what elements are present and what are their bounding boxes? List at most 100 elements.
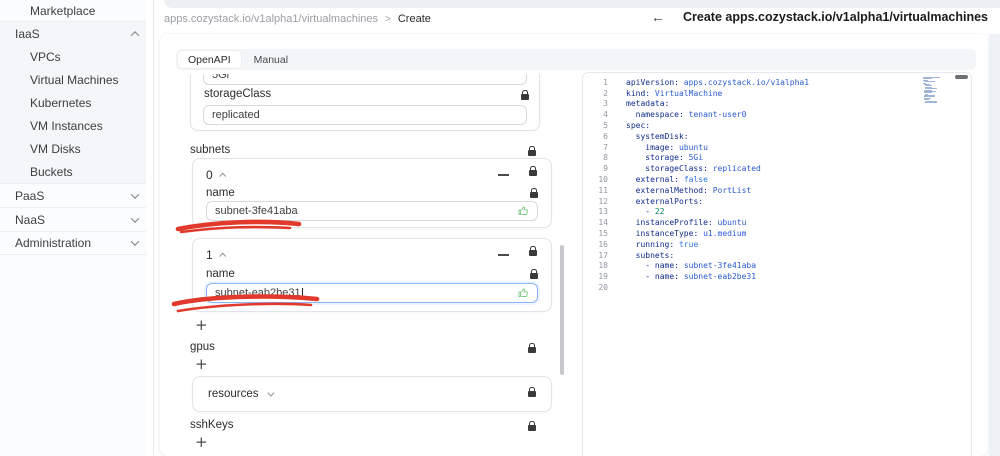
sidebar-item-label: Virtual Machines — [30, 72, 119, 87]
sshkeys-label: sshKeys — [190, 419, 234, 431]
line-content: image: ubuntu — [645, 142, 708, 152]
sidebar-item-administration[interactable]: Administration — [0, 231, 153, 255]
tab-manual[interactable]: Manual — [254, 54, 288, 66]
sidebar-item-label: Kubernetes — [30, 95, 92, 110]
openapi-form: 5Gi storageClass replicated subnets 0 na… — [178, 74, 560, 456]
thumbs-up-icon[interactable] — [517, 205, 529, 217]
resources-card[interactable]: resources — [192, 376, 552, 412]
breadcrumb: apps.cozystack.io/v1alpha1/virtualmachin… — [164, 13, 431, 25]
sidebar-item-buckets[interactable]: Buckets — [0, 160, 153, 183]
title-group: ← Create apps.cozystack.io/v1alpha1/virt… — [651, 10, 988, 24]
subnet-1-name-value: subnet-eab2be31 — [215, 287, 301, 299]
lock-icon[interactable] — [530, 188, 538, 198]
line-number: 16 — [598, 239, 608, 249]
page-margin — [989, 34, 1000, 456]
lock-icon[interactable] — [528, 342, 536, 353]
sidebar-item-paas[interactable]: PaaS — [0, 183, 153, 207]
collapse-chevron-icon[interactable] — [218, 252, 227, 260]
line-content: metadata: — [626, 99, 670, 109]
tab-bar: OpenAPI Manual — [176, 49, 976, 70]
form-scrollbar[interactable] — [560, 245, 564, 375]
collapse-chevron-icon[interactable] — [218, 172, 227, 180]
sidebar-item-kubernetes[interactable]: Kubernetes — [0, 91, 153, 114]
chevron-down-icon — [130, 213, 140, 223]
text-cursor — [301, 287, 303, 299]
code-line: 7 image: ubuntu — [583, 142, 971, 153]
subnet-item-1-card: 1 name subnet-eab2be31 — [192, 238, 552, 312]
page-title: Create apps.cozystack.io/v1alpha1/virtua… — [683, 10, 988, 24]
line-content: - name: subnet-eab2be31 — [645, 272, 757, 282]
breadcrumb-separator: > — [385, 14, 391, 25]
remove-item-button[interactable] — [498, 254, 509, 256]
minimap-line — [924, 88, 938, 90]
name-label: name — [206, 186, 235, 199]
back-arrow-icon[interactable]: ← — [651, 10, 665, 24]
line-content: apiVersion: apps.cozystack.io/v1alpha1 — [626, 77, 810, 87]
lock-icon[interactable] — [529, 246, 537, 256]
code-line: 2 kind: VirtualMachine — [583, 88, 971, 99]
sidebar-menu: Marketplace IaaS VPCs Virtual Machines K… — [0, 0, 153, 255]
yaml-editor[interactable]: 1 apiVersion: apps.cozystack.io/v1alpha1… — [582, 72, 972, 456]
storage-input[interactable]: 5Gi — [203, 74, 527, 85]
sidebar-item-vpcs[interactable]: VPCs — [0, 45, 153, 68]
sidebar-item-naas[interactable]: NaaS — [0, 207, 153, 231]
sidebar-item-iaas[interactable]: IaaS — [0, 21, 153, 45]
minimap-line — [924, 102, 937, 104]
thumbs-up-icon[interactable] — [517, 287, 529, 299]
lock-icon[interactable] — [528, 145, 536, 156]
page-header: apps.cozystack.io/v1alpha1/virtualmachin… — [155, 0, 1000, 34]
code-line: 11 externalMethod: PortList — [583, 185, 971, 196]
sidebar-item-marketplace[interactable]: Marketplace — [0, 0, 153, 21]
code-line: 20 — [583, 282, 971, 293]
code-line: 9 storageClass: replicated — [583, 163, 971, 174]
line-number: 2 — [603, 88, 608, 98]
remove-item-button[interactable] — [498, 174, 509, 176]
resources-label: resources — [208, 388, 259, 400]
sidebar: Marketplace IaaS VPCs Virtual Machines K… — [0, 0, 154, 456]
tab-openapi[interactable]: OpenAPI — [178, 51, 241, 68]
subnet-item-0-header[interactable]: 0 — [206, 168, 227, 182]
subnet-1-name-input[interactable]: subnet-eab2be31 — [206, 283, 538, 303]
sidebar-item-virtual-machines[interactable]: Virtual Machines — [0, 68, 153, 91]
editor-minimap[interactable] — [923, 77, 949, 105]
scrolled-toolbar-edge — [164, 0, 1000, 8]
add-gpu-button[interactable]: + — [195, 357, 208, 372]
name-label: name — [206, 267, 235, 280]
subnet-name-row: name — [206, 186, 538, 199]
storage-class-input[interactable]: replicated — [203, 105, 527, 125]
line-content: - name: subnet-3fe41aba — [645, 261, 757, 271]
page: Marketplace IaaS VPCs Virtual Machines K… — [0, 0, 1000, 456]
line-number: 6 — [603, 131, 608, 141]
expand-chevron-icon[interactable] — [266, 389, 274, 397]
breadcrumb-link[interactable]: apps.cozystack.io/v1alpha1/virtualmachin… — [164, 13, 378, 25]
add-subnet-button[interactable]: + — [195, 318, 208, 333]
line-number: 8 — [603, 153, 608, 163]
subnets-row: subnets — [190, 143, 536, 157]
code-line: 15 instanceType: u1.medium — [583, 228, 971, 239]
lock-icon[interactable] — [528, 387, 536, 397]
subnet-item-0-card: 0 name subnet-3fe41aba — [192, 158, 552, 228]
lock-icon[interactable] — [521, 89, 529, 100]
line-content: storage: 5Gi — [645, 153, 704, 163]
sidebar-item-label: NaaS — [15, 212, 46, 227]
lock-icon[interactable] — [529, 166, 537, 176]
sidebar-item-label: PaaS — [15, 188, 45, 203]
line-number: 17 — [598, 250, 608, 260]
sidebar-item-label: VPCs — [30, 49, 61, 64]
minimap-slider[interactable] — [955, 75, 968, 79]
lock-icon[interactable] — [528, 420, 536, 431]
code-line: 18 - name: subnet-3fe41aba — [583, 261, 971, 272]
subnets-label: subnets — [190, 144, 231, 156]
subnet-item-1-header[interactable]: 1 — [206, 248, 227, 262]
line-number: 11 — [598, 185, 608, 195]
add-sshkey-button[interactable]: + — [195, 435, 208, 450]
subnet-0-name-input[interactable]: subnet-3fe41aba — [206, 201, 538, 221]
sidebar-item-vm-instances[interactable]: VM Instances — [0, 114, 153, 137]
sidebar-item-vm-disks[interactable]: VM Disks — [0, 137, 153, 160]
code-line: 8 storage: 5Gi — [583, 153, 971, 164]
lock-icon[interactable] — [530, 269, 538, 279]
sidebar-item-label: VM Disks — [30, 141, 81, 156]
gpus-row: gpus — [190, 340, 536, 354]
storage-class-row: storageClass — [204, 87, 529, 101]
code-line: 5 spec: — [583, 120, 971, 131]
